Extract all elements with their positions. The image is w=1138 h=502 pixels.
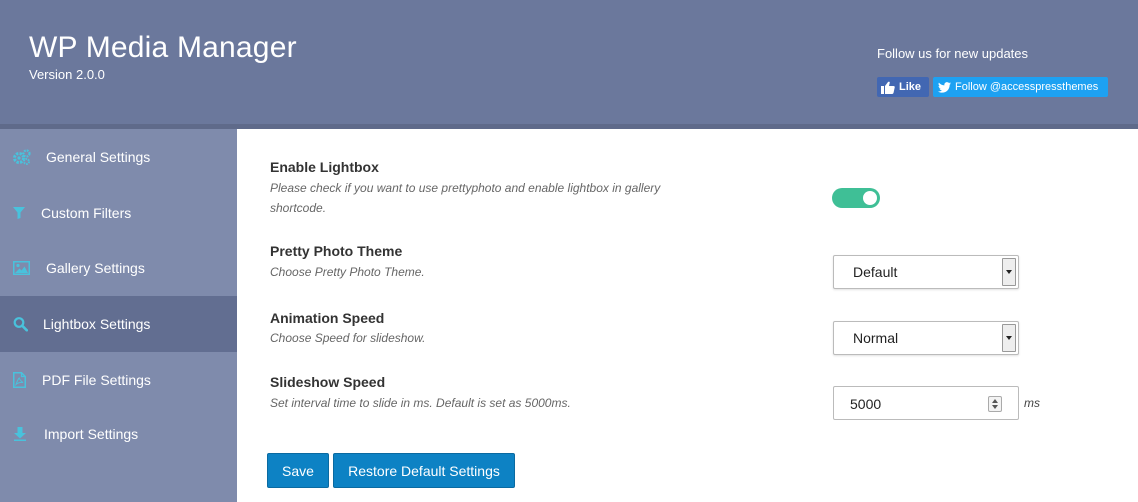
chevron-down-icon[interactable] — [1002, 258, 1016, 286]
sidebar-item-label: General Settings — [46, 149, 151, 165]
sidebar-item-import-settings[interactable]: Import Settings — [0, 406, 237, 462]
thumbs-up-icon — [881, 81, 895, 94]
select-value: Default — [853, 264, 898, 280]
pretty-photo-theme-select[interactable]: Default — [833, 255, 1019, 289]
sidebar-item-lightbox-settings[interactable]: Lightbox Settings — [0, 296, 237, 352]
sidebar-item-gallery-settings[interactable]: Gallery Settings — [0, 240, 237, 296]
import-icon — [14, 427, 26, 441]
image-icon — [13, 261, 30, 275]
sidebar-item-label: Gallery Settings — [46, 260, 145, 276]
input-value: 5000 — [850, 396, 882, 412]
pretty-photo-theme-description: Choose Pretty Photo Theme. — [270, 265, 425, 279]
enable-lightbox-description-line1: Please check if you want to use prettyph… — [270, 181, 661, 195]
facebook-like-label: Like — [899, 81, 922, 93]
filter-icon — [13, 207, 25, 219]
chevron-down-icon[interactable] — [1002, 324, 1016, 352]
slideshow-speed-unit: ms — [1024, 396, 1040, 410]
sidebar-item-custom-filters[interactable]: Custom Filters — [0, 185, 237, 241]
toggle-knob — [863, 191, 877, 205]
sidebar-item-label: Custom Filters — [41, 205, 132, 221]
app-title: WP Media Manager — [29, 31, 297, 64]
search-icon — [13, 317, 28, 332]
animation-speed-title: Animation Speed — [270, 310, 385, 326]
slideshow-speed-description: Set interval time to slide in ms. Defaul… — [270, 396, 571, 410]
enable-lightbox-toggle[interactable] — [832, 188, 880, 208]
follow-text: Follow us for new updates — [877, 46, 1029, 61]
twitter-follow-button[interactable]: Follow @accesspressthemes — [933, 77, 1108, 97]
sidebar-item-general-settings[interactable]: General Settings — [0, 129, 237, 185]
sidebar-item-label: Import Settings — [44, 426, 139, 442]
sidebar-item-pdf-file-settings[interactable]: PDF File Settings — [0, 352, 237, 408]
enable-lightbox-description: Please check if you want to use prettyph… — [270, 178, 700, 218]
select-value: Normal — [853, 330, 899, 346]
facebook-like-button[interactable]: Like — [877, 77, 929, 97]
enable-lightbox-description-line2: shortcode. — [270, 201, 327, 215]
slideshow-speed-input[interactable]: 5000 — [833, 386, 1019, 420]
gears-icon — [13, 149, 31, 165]
twitter-follow-label: Follow @accesspressthemes — [955, 81, 1099, 93]
sidebar-item-label: Lightbox Settings — [43, 316, 151, 332]
sidebar-item-label: PDF File Settings — [42, 372, 151, 388]
pretty-photo-theme-title: Pretty Photo Theme — [270, 243, 403, 259]
twitter-bird-icon — [938, 81, 951, 93]
slideshow-speed-title: Slideshow Speed — [270, 374, 386, 390]
animation-speed-select[interactable]: Normal — [833, 321, 1019, 355]
pdf-file-icon — [13, 372, 26, 388]
enable-lightbox-title: Enable Lightbox — [270, 159, 379, 175]
app-header: WP Media Manager Version 2.0.0 Follow us… — [0, 0, 1138, 124]
restore-default-settings-button[interactable]: Restore Default Settings — [333, 453, 515, 488]
number-spinner-icon[interactable] — [988, 396, 1002, 412]
save-button[interactable]: Save — [267, 453, 329, 488]
animation-speed-description: Choose Speed for slideshow. — [270, 331, 426, 345]
app-version: Version 2.0.0 — [29, 67, 105, 82]
